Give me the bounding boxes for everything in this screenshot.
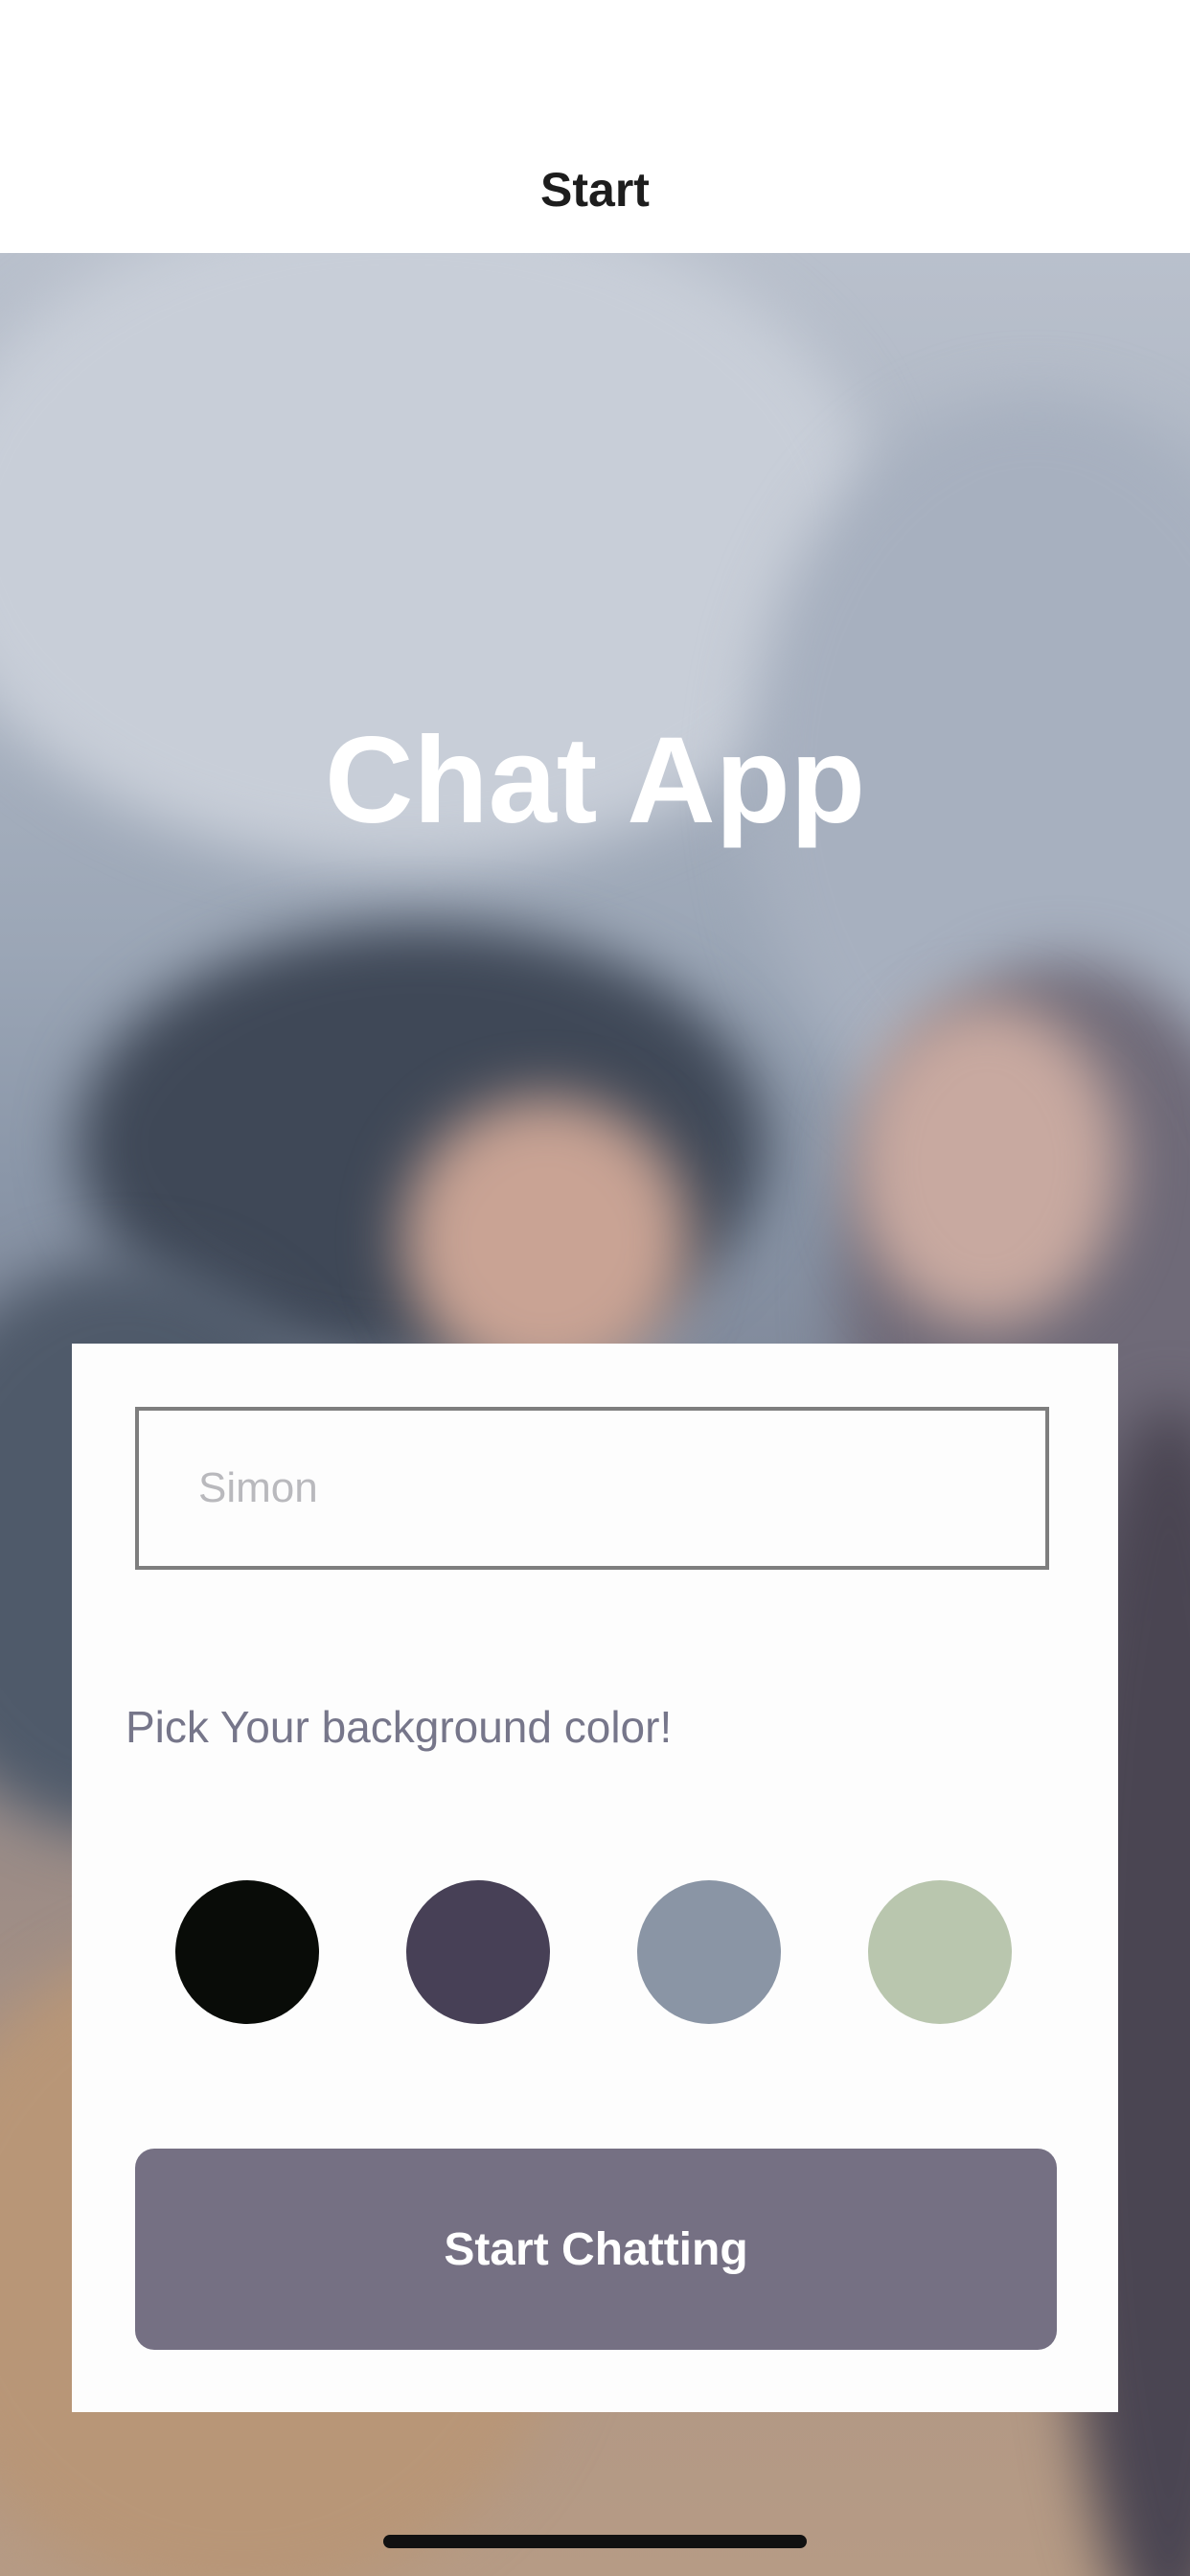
start-form-card: Pick Your background color! Start Chatti… bbox=[72, 1344, 1118, 2412]
home-indicator bbox=[383, 2535, 807, 2548]
color-swatch-grey-blue[interactable] bbox=[637, 1880, 781, 2024]
color-swatch-purple[interactable] bbox=[406, 1880, 550, 2024]
color-swatch-black[interactable] bbox=[175, 1880, 319, 2024]
navigation-bar: Start bbox=[0, 0, 1190, 253]
color-swatch-group bbox=[175, 1880, 1020, 2026]
bg-face-right bbox=[853, 1000, 1121, 1326]
nav-title: Start bbox=[540, 163, 650, 217]
bg-face-left bbox=[402, 1096, 690, 1384]
color-swatch-sage-green[interactable] bbox=[868, 1880, 1012, 2024]
color-picker-label: Pick Your background color! bbox=[126, 1702, 673, 1752]
app-title: Chat App bbox=[324, 712, 866, 849]
start-chatting-button[interactable]: Start Chatting bbox=[135, 2149, 1057, 2350]
name-input[interactable] bbox=[135, 1407, 1049, 1570]
